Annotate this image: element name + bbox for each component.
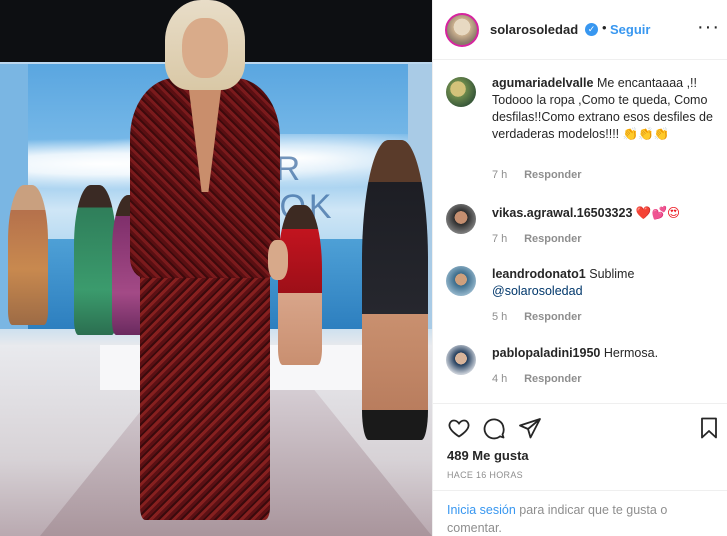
login-link[interactable]: Inicia sesión: [447, 503, 516, 517]
background-model: [8, 185, 48, 325]
comment-meta: 4 h Responder: [492, 373, 582, 385]
clap-emoji: 👏👏👏: [622, 127, 670, 141]
reply-button[interactable]: Responder: [524, 169, 581, 181]
comment-text: leandrodonato1 Sublime @solarosoledad: [492, 267, 635, 298]
post-header: solarosoledad ✓ • Seguir ···: [433, 0, 727, 60]
owner-avatar[interactable]: [445, 13, 479, 47]
comment-time: 4 h: [492, 373, 508, 385]
comments-list[interactable]: agumariadelvalle Me encantaaaa ,!! Todoo…: [433, 61, 727, 403]
comment-meta: 7 h Responder: [492, 233, 582, 245]
main-model: [130, 0, 288, 536]
post-photo[interactable]: AR OOK: [0, 0, 432, 536]
commenter-avatar[interactable]: [446, 77, 476, 107]
commenter-avatar[interactable]: [446, 266, 476, 296]
header-separator: •: [602, 20, 607, 35]
comment-username[interactable]: vikas.agrawal.16503323: [492, 206, 632, 220]
follow-button[interactable]: Seguir: [610, 22, 650, 37]
owner-username[interactable]: solarosoledad: [490, 22, 578, 37]
reply-button[interactable]: Responder: [524, 311, 581, 323]
comment-time: 7 h: [492, 233, 508, 245]
comment-username[interactable]: pablopaladini1950: [492, 346, 600, 360]
reply-button[interactable]: Responder: [524, 373, 581, 385]
post-timestamp: HACE 16 HORAS: [447, 470, 523, 480]
comment-text: pablopaladini1950 Hermosa.: [492, 346, 659, 360]
more-options-icon[interactable]: ···: [697, 16, 720, 39]
verified-badge-icon: ✓: [585, 23, 598, 36]
comment-bubble-icon[interactable]: [482, 416, 506, 440]
comment-meta: 5 h Responder: [492, 311, 582, 323]
reply-button[interactable]: Responder: [524, 233, 581, 245]
commenter-avatar[interactable]: [446, 204, 476, 234]
post-actions: 489 Me gusta HACE 16 HORAS Inicia sesión…: [433, 403, 727, 536]
comment-text: agumariadelvalle Me encantaaaa ,!! Todoo…: [492, 76, 713, 141]
comment-text: vikas.agrawal.16503323 ❤️💕😍: [492, 205, 720, 222]
background-model: [362, 140, 428, 440]
share-send-icon[interactable]: [518, 416, 542, 440]
heart-emoji: ❤️💕😍: [635, 206, 681, 220]
comment-time: 5 h: [492, 311, 508, 323]
login-text: Inicia sesión para indicar que te gusta …: [447, 503, 668, 535]
commenter-avatar[interactable]: [446, 345, 476, 375]
login-prompt: Inicia sesión para indicar que te gusta …: [433, 490, 727, 536]
comment-username[interactable]: leandrodonato1: [492, 267, 586, 281]
comment-username[interactable]: agumariadelvalle: [492, 76, 593, 90]
like-heart-icon[interactable]: [447, 416, 471, 440]
bookmark-icon[interactable]: [697, 416, 721, 440]
comment-time: 7 h: [492, 169, 508, 181]
background-model: [278, 205, 322, 365]
mention-link[interactable]: @solarosoledad: [492, 284, 583, 298]
background-model: [74, 185, 116, 335]
likes-count[interactable]: 489 Me gusta: [447, 448, 529, 463]
comment-meta: 7 h Responder: [492, 169, 582, 181]
post-sidebar: solarosoledad ✓ • Seguir ··· agumariadel…: [432, 0, 727, 536]
